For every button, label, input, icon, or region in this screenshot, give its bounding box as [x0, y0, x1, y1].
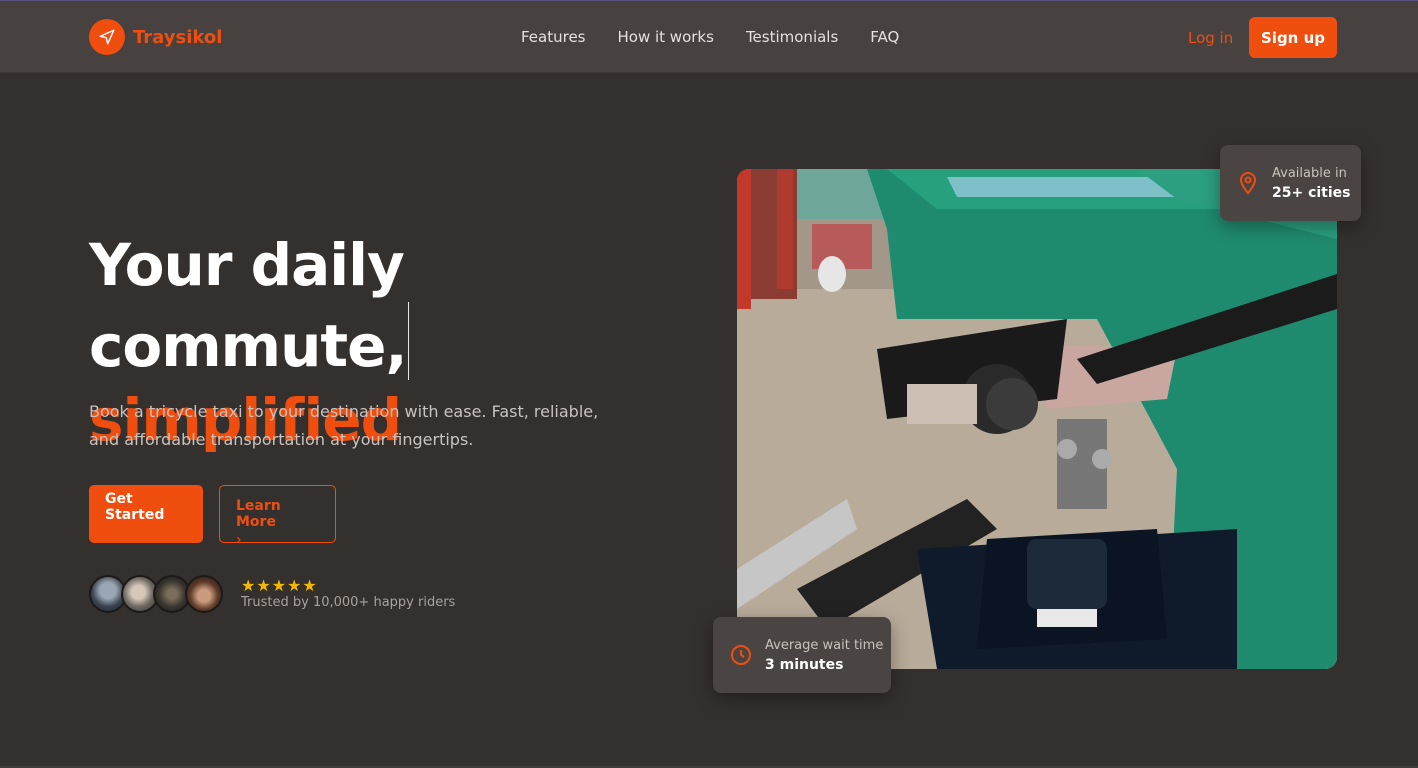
signup-button[interactable]: Sign up — [1249, 17, 1337, 58]
wait-time-stat-card: Average wait time 3 minutes — [713, 617, 891, 693]
cities-value: 25+ cities — [1272, 184, 1351, 201]
map-pin-icon — [1239, 172, 1257, 195]
nav-link-faq[interactable]: FAQ — [870, 28, 899, 46]
hero-subtitle: Book a tricycle taxi to your destination… — [89, 402, 599, 449]
avatar — [185, 575, 223, 613]
nav-link-testimonials[interactable]: Testimonials — [746, 28, 838, 46]
get-started-button[interactable]: Get Started — [89, 485, 203, 543]
cities-label: Available in — [1272, 165, 1347, 181]
rider-avatars — [89, 575, 223, 613]
wait-time-value: 3 minutes — [765, 656, 844, 673]
learn-more-label: Learn More — [236, 498, 281, 530]
hero-title-line1: Your daily commute, — [89, 231, 407, 380]
cities-stat-card: Available in 25+ cities — [1220, 145, 1361, 221]
nav-link-how-it-works[interactable]: How it works — [618, 28, 714, 46]
text-cursor — [407, 302, 409, 380]
login-link[interactable]: Log in — [1188, 29, 1233, 47]
brand-name: Traysikol — [133, 26, 223, 48]
wait-time-label: Average wait time — [765, 637, 884, 653]
rating-stars-icon: ★★★★★ — [241, 576, 318, 595]
hero-image — [737, 169, 1337, 669]
navigation-arrow-icon — [89, 19, 125, 55]
learn-more-button[interactable]: Learn More › — [219, 485, 336, 548]
trust-text: Trusted by 10,000+ happy riders — [241, 595, 456, 610]
nav-link-features[interactable]: Features — [521, 28, 586, 46]
navbar: Traysikol Features How it works Testimon… — [0, 1, 1418, 73]
main-nav: Features How it works Testimonials FAQ — [521, 28, 931, 46]
chevron-right-icon: › — [236, 532, 242, 548]
clock-icon — [731, 645, 751, 665]
brand-logo[interactable]: Traysikol — [89, 19, 222, 55]
